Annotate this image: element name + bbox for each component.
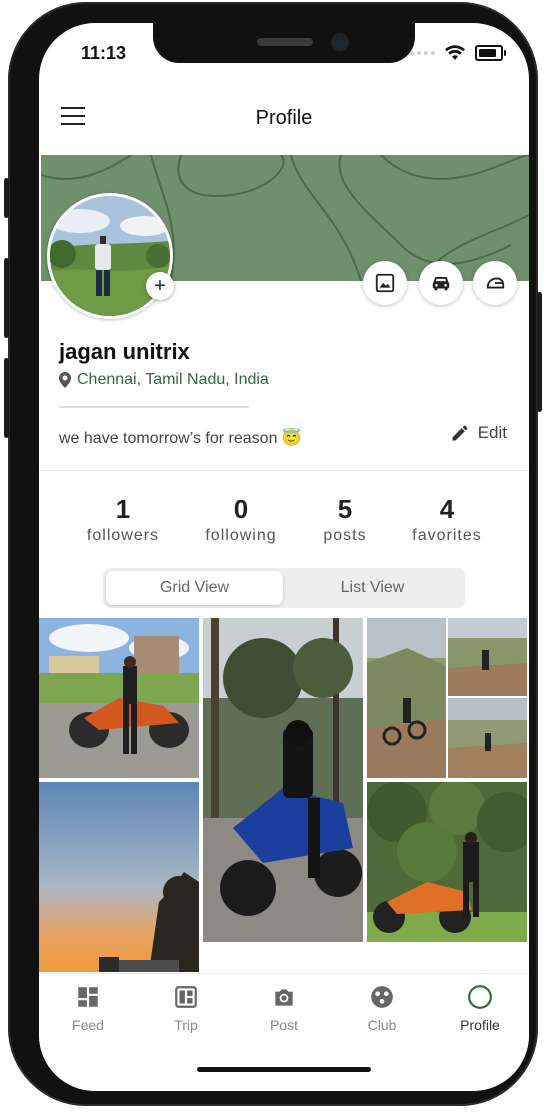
profile-location: Chennai, Tamil Nadu, India <box>59 371 269 389</box>
stat-value: 1 <box>115 494 131 524</box>
stat-label: followers <box>86 527 160 544</box>
club-icon <box>371 986 393 1008</box>
volume-down-button <box>4 358 9 438</box>
add-avatar-button[interactable]: + <box>146 272 174 300</box>
stat-label: following <box>205 527 277 544</box>
nav-feed[interactable]: Feed <box>39 984 137 1033</box>
post-grid <box>39 618 529 972</box>
photo-frame-icon <box>375 273 395 293</box>
nav-trip[interactable]: Trip <box>137 984 235 1033</box>
signal-icon <box>410 51 435 55</box>
post-thumbnail[interactable] <box>39 782 199 972</box>
home-indicator[interactable] <box>197 1067 371 1072</box>
feed-icon <box>78 987 98 1007</box>
car-icon <box>432 277 450 291</box>
stat-followers[interactable]: 1 followers <box>63 493 183 545</box>
location-text: Chennai, Tamil Nadu, India <box>77 371 269 388</box>
nav-club[interactable]: Club <box>333 984 431 1033</box>
nav-label: Post <box>269 1017 298 1033</box>
helmet-icon <box>486 277 505 289</box>
mute-switch <box>4 178 9 218</box>
pencil-icon <box>452 425 468 441</box>
profile-name: jagan unitrix <box>59 339 190 364</box>
status-time: 11:13 <box>81 43 127 63</box>
nav-label: Profile <box>460 1017 500 1033</box>
post-image <box>367 618 527 778</box>
speaker <box>257 38 313 46</box>
section-divider <box>39 470 529 471</box>
bottom-navigation: Feed Trip Post Club Profile <box>39 973 529 1091</box>
stat-following[interactable]: 0 following <box>181 493 301 545</box>
phone-frame: 11:13 Profile + jagan unitrix Chennai, T… <box>4 2 542 1106</box>
post-image <box>367 782 527 942</box>
wifi-icon <box>445 45 465 60</box>
screen: 11:13 Profile + jagan unitrix Chennai, T… <box>39 23 529 1091</box>
post-image <box>203 618 363 942</box>
divider <box>59 406 249 408</box>
avatar[interactable] <box>47 193 173 319</box>
page-title: Profile <box>255 107 313 129</box>
post-thumbnail[interactable] <box>203 618 363 942</box>
notch <box>153 23 415 63</box>
nav-label: Trip <box>174 1017 198 1033</box>
profile-bio: we have tomorrow’s for reason 😇 <box>59 430 302 447</box>
camera-icon <box>275 989 293 1006</box>
front-camera <box>333 35 347 49</box>
stat-value: 0 <box>233 494 249 524</box>
trip-icon <box>175 986 197 1008</box>
post-image <box>39 782 199 972</box>
nav-label: Feed <box>72 1017 104 1033</box>
power-button <box>537 292 542 412</box>
stat-label: favorites <box>412 527 482 544</box>
app-bar: Profile <box>39 85 529 149</box>
nav-post[interactable]: Post <box>235 984 333 1033</box>
grid-view-tab[interactable]: Grid View <box>106 571 283 605</box>
stat-favorites[interactable]: 4 favorites <box>387 493 507 545</box>
post-thumbnail[interactable] <box>39 618 199 778</box>
battery-icon <box>475 45 506 61</box>
edit-label: Edit <box>477 423 507 442</box>
nav-profile[interactable]: Profile <box>431 984 529 1033</box>
post-image <box>39 618 199 778</box>
stat-value: 4 <box>439 494 455 524</box>
nav-label: Club <box>367 1017 397 1033</box>
location-pin-icon <box>59 372 71 388</box>
list-view-tab[interactable]: List View <box>283 571 462 605</box>
post-thumbnail[interactable] <box>367 782 527 942</box>
profile-icon <box>468 985 492 1009</box>
edit-profile-button[interactable]: Edit <box>450 423 507 443</box>
edit-cover-button[interactable] <box>363 261 407 305</box>
vehicle-button[interactable] <box>419 261 463 305</box>
gear-button[interactable] <box>473 261 517 305</box>
post-thumbnail[interactable] <box>367 618 527 778</box>
volume-up-button <box>4 258 9 338</box>
profile-stats: 1 followers 0 following 5 posts 4 favori… <box>39 493 529 553</box>
status-icons <box>410 45 506 61</box>
battery-level <box>479 49 496 57</box>
view-toggle: Grid View List View <box>103 568 465 608</box>
